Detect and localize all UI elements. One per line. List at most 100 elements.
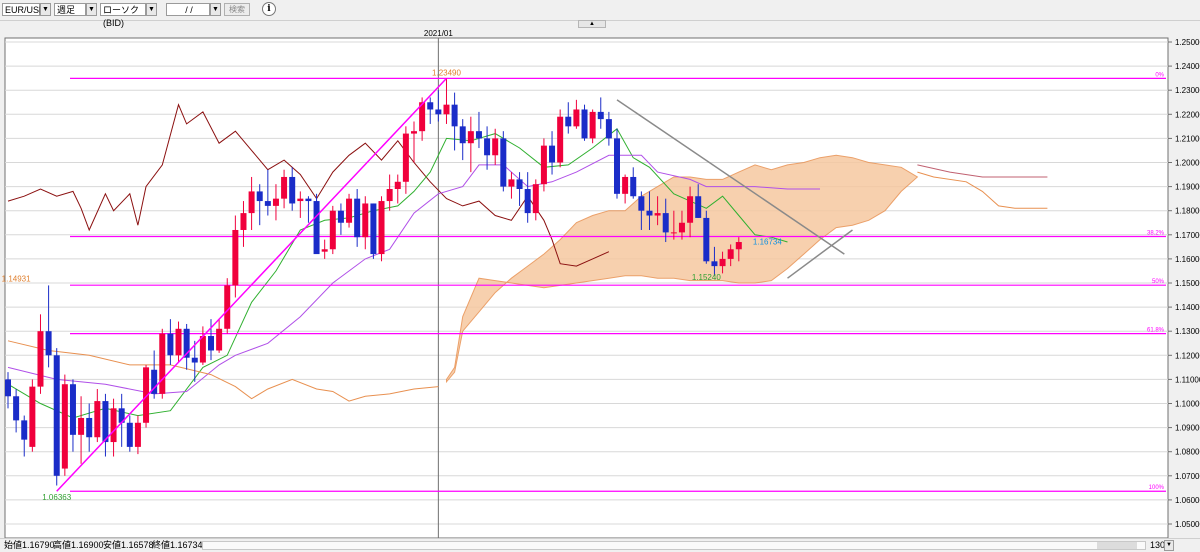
candle-body: [281, 176, 288, 199]
candle-body: [208, 336, 214, 351]
candle-body: [126, 422, 133, 447]
axis-tick-label: 1.20000: [1175, 159, 1200, 168]
candle-body: [516, 179, 523, 190]
candle-body: [581, 109, 588, 139]
axis-tick-label: 1.19000: [1175, 183, 1200, 192]
candle-body: [370, 203, 377, 255]
candle-body: [78, 417, 85, 435]
candle-body: [94, 401, 101, 438]
candle-body: [573, 109, 580, 127]
axis-tick-label: 1.21000: [1175, 134, 1200, 143]
candle-body: [678, 222, 685, 233]
candle-body: [500, 138, 507, 187]
candle-body: [597, 111, 604, 120]
candle-body: [532, 184, 539, 214]
candle-body: [272, 198, 279, 206]
price-annotation: 1.23490: [432, 68, 461, 77]
close-price: 終値1.16734: [152, 540, 203, 550]
candle-body: [321, 249, 328, 252]
candle-body: [638, 196, 645, 211]
fibonacci-label: 0%: [1155, 72, 1164, 78]
collapse-panel-button[interactable]: ▲: [578, 20, 606, 28]
fibonacci-label: 100%: [1149, 485, 1165, 491]
date-input[interactable]: / /: [166, 3, 210, 16]
axis-tick-label: 1.12000: [1175, 351, 1200, 360]
candle-body: [102, 401, 109, 443]
candle-body: [297, 198, 304, 202]
axis-tick-label: 1.17000: [1175, 231, 1200, 240]
candle-body: [670, 232, 677, 234]
period-dropdown-arrow-icon[interactable]: ▼: [86, 3, 97, 16]
candle-body: [362, 203, 369, 238]
candle-body: [475, 131, 482, 139]
low-price: 安値1.16578: [103, 540, 154, 550]
candle-body: [224, 285, 231, 329]
candle-body: [248, 191, 255, 214]
candle-body: [605, 119, 612, 139]
candle-body: [484, 138, 491, 156]
candle-body: [13, 396, 20, 421]
chart-scrollbar[interactable]: [202, 541, 1146, 550]
candle-body: [443, 104, 450, 115]
candle-body: [435, 109, 442, 115]
candle-body: [329, 210, 336, 250]
candle-body: [508, 179, 515, 187]
scroll-thumb[interactable]: [1097, 542, 1137, 549]
fibonacci-label: 38.2%: [1147, 230, 1165, 236]
price-annotation: 1.16734: [753, 237, 782, 246]
candle-body: [703, 217, 710, 262]
candle-body: [402, 133, 409, 182]
candle-body: [29, 386, 36, 447]
candle-body: [565, 116, 572, 127]
candle-body: [45, 331, 52, 356]
candle-body: [427, 102, 434, 110]
axis-tick-label: 1.24000: [1175, 62, 1200, 71]
candle-body: [191, 357, 198, 363]
symbol-dropdown-arrow-icon[interactable]: ▼: [40, 3, 51, 16]
candle-body: [695, 196, 702, 218]
axis-tick-label: 1.18000: [1175, 207, 1200, 216]
period-select[interactable]: 週足: [54, 3, 86, 16]
search-button[interactable]: 検索: [224, 3, 250, 16]
symbol-select[interactable]: EUR/USD: [2, 3, 46, 16]
candle-body: [735, 242, 742, 250]
candle-body: [467, 131, 474, 144]
price-chart[interactable]: 0% 38.2% 50% 61.8% 100% 1.25000 1.24000 1.2300…: [0, 28, 1200, 538]
axis-tick-label: 1.11000: [1175, 375, 1200, 384]
date-dropdown-arrow-icon[interactable]: ▼: [210, 3, 221, 16]
high-price: 高値1.16900: [53, 540, 104, 550]
price-annotation: 1.15240: [692, 273, 721, 282]
axis-tick-label: 1.13000: [1175, 327, 1200, 336]
candle-body: [313, 201, 320, 255]
candle-body: [175, 328, 182, 356]
candle-body: [540, 145, 547, 185]
candle-body: [727, 249, 734, 259]
candle-body: [110, 408, 117, 443]
chart-type-select[interactable]: ローソク(BID): [100, 3, 146, 28]
zoom-level[interactable]: 130: [1150, 539, 1165, 552]
price-annotation: 1.06363: [42, 493, 71, 502]
candle-body: [5, 379, 11, 397]
candle-body: [159, 333, 166, 394]
candle-body: [492, 138, 499, 156]
candle-body: [240, 213, 247, 230]
candle-body: [337, 210, 344, 223]
zoom-dropdown-arrow-icon[interactable]: ▼: [1164, 540, 1174, 551]
candle-body: [378, 201, 385, 255]
axis-tick-label: 1.09000: [1175, 424, 1200, 433]
candle-body: [61, 384, 68, 469]
candle-body: [711, 261, 718, 267]
candle-body: [646, 210, 653, 216]
candle-body: [411, 131, 417, 134]
candle-body: [167, 333, 174, 356]
date-label: 2021/01: [424, 29, 453, 38]
candle-body: [614, 138, 620, 194]
chart-type-dropdown-arrow-icon[interactable]: ▼: [146, 3, 157, 16]
price-annotation: 1.14931: [2, 275, 31, 284]
candle-body: [622, 176, 629, 194]
candle-body: [654, 213, 661, 216]
axis-tick-label: 1.22000: [1175, 110, 1200, 119]
candle-body: [346, 198, 353, 223]
info-icon[interactable]: i: [262, 2, 276, 16]
candle-body: [199, 336, 206, 363]
